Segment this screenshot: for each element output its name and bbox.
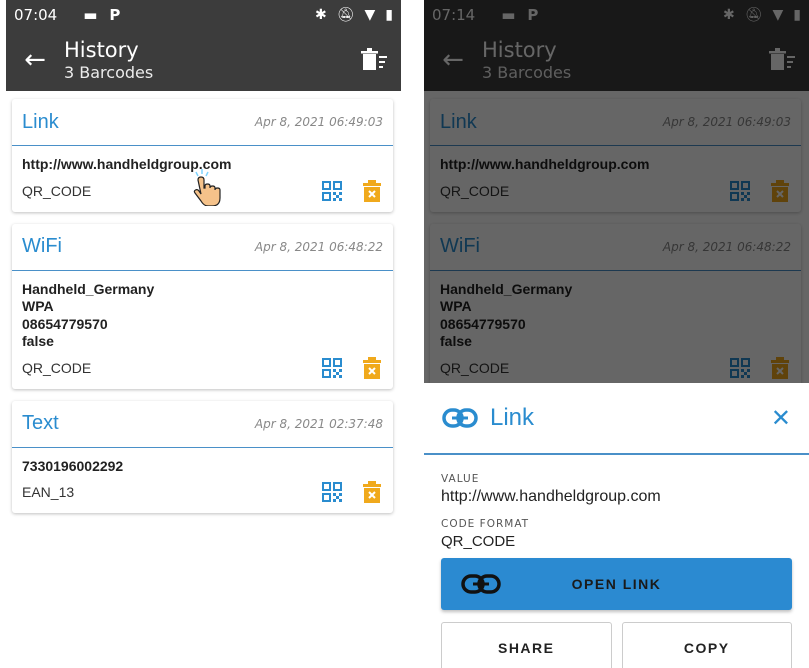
card-value-line: 08654779570 <box>22 315 108 332</box>
history-card-text[interactable]: Text Apr 8, 2021 02:37:48 7330196002292 … <box>12 400 393 513</box>
qr-code-icon[interactable] <box>321 357 343 379</box>
status-time: 07:14 <box>432 6 476 24</box>
history-screen-right: 07:14 ▬ P ✱ 🔕︎ ▼ ▮ ← History 3 Barcodes <box>424 0 809 668</box>
page-title: History <box>64 37 139 62</box>
card-format: EAN_13 <box>22 484 75 500</box>
app-bar: ← History 3 Barcodes <box>424 30 809 91</box>
history-list: Link Apr 8, 2021 06:49:03 http://www.han… <box>6 91 401 513</box>
open-link-button[interactable]: OPEN LINK <box>441 558 792 610</box>
back-arrow-icon[interactable]: ← <box>424 30 482 91</box>
status-time: 07:04 <box>14 6 58 24</box>
card-value-line: Handheld_Germany <box>440 280 573 297</box>
delete-all-icon[interactable] <box>361 48 387 72</box>
card-type: WiFi <box>22 235 62 257</box>
parking-icon: P <box>109 6 121 24</box>
card-value-line: Handheld_Germany <box>22 280 155 297</box>
card-type: Link <box>440 110 477 133</box>
wifi-icon: ▼ <box>364 7 376 23</box>
qr-code-icon[interactable] <box>321 481 343 503</box>
dash-icon: ▬ <box>501 6 516 24</box>
history-card-wifi[interactable]: WiFi Apr 8, 2021 06:48:22 Handheld_Germa… <box>12 223 393 389</box>
card-value-line: false <box>22 333 54 349</box>
link-detail-sheet: Link ✕ VALUE http://www.handheldgroup.co… <box>424 383 809 668</box>
delete-icon[interactable] <box>361 481 383 503</box>
link-icon <box>442 408 478 428</box>
delete-icon[interactable] <box>769 356 791 379</box>
card-type: WiFi <box>440 235 480 257</box>
close-icon[interactable]: ✕ <box>771 404 791 432</box>
qr-code-icon[interactable] <box>729 180 751 202</box>
card-value-line: 7330196002292 <box>22 457 124 474</box>
card-format: QR_CODE <box>22 359 92 376</box>
card-date: Apr 8, 2021 02:37:48 <box>254 416 383 431</box>
card-date: Apr 8, 2021 06:48:22 <box>254 239 383 254</box>
mute-icon: 🔕︎ <box>744 7 763 23</box>
page-subtitle: 3 Barcodes <box>482 62 572 82</box>
card-date: Apr 8, 2021 06:49:03 <box>254 115 383 129</box>
history-card-link[interactable]: Link Apr 8, 2021 06:49:03 http://www.han… <box>430 99 801 212</box>
card-value-line: 08654779570 <box>440 315 526 332</box>
card-format: QR_CODE <box>22 182 92 199</box>
parking-icon: P <box>527 6 539 24</box>
card-date: Apr 8, 2021 06:48:22 <box>662 239 791 254</box>
card-value-line: WPA <box>22 298 54 314</box>
card-date: Apr 8, 2021 06:49:03 <box>662 115 791 129</box>
app-bar: ← History 3 Barcodes <box>6 30 401 91</box>
back-arrow-icon[interactable]: ← <box>6 30 64 91</box>
tap-hand-icon <box>193 169 221 206</box>
history-list: Link Apr 8, 2021 06:49:03 http://www.han… <box>424 91 809 389</box>
delete-icon[interactable] <box>361 356 383 379</box>
history-card-link[interactable]: Link Apr 8, 2021 06:49:03 http://www.han… <box>12 99 393 212</box>
top-bar: 07:14 ▬ P ✱ 🔕︎ ▼ ▮ ← History 3 Barcodes <box>424 0 809 91</box>
battery-icon: ▮ <box>385 7 393 23</box>
link-icon <box>461 574 501 594</box>
card-value-line: http://www.handheldgroup.com <box>440 156 650 172</box>
dash-icon: ▬ <box>83 6 98 24</box>
value-text: http://www.handheldgroup.com <box>441 488 661 505</box>
delete-icon[interactable] <box>769 179 791 202</box>
mute-icon: 🔕︎ <box>336 7 355 23</box>
page-title: History <box>482 37 557 62</box>
bluetooth-icon: ✱ <box>722 7 735 23</box>
code-format-text: QR_CODE <box>441 533 516 550</box>
value-label: VALUE <box>441 473 480 485</box>
history-screen-left: 07:04 ▬ P ✱ 🔕︎ ▼ ▮ ← History 3 Barcodes <box>6 0 401 668</box>
copy-button[interactable]: COPY <box>621 622 792 668</box>
card-value-line: false <box>440 333 472 349</box>
delete-icon[interactable] <box>361 179 383 202</box>
card-type: Text <box>22 412 59 434</box>
bluetooth-icon: ✱ <box>314 7 327 23</box>
share-button[interactable]: SHARE <box>441 622 612 668</box>
code-format-label: CODE FORMAT <box>441 518 530 530</box>
card-format: QR_CODE <box>440 359 510 376</box>
qr-code-icon[interactable] <box>321 180 343 202</box>
page-subtitle: 3 Barcodes <box>64 62 154 82</box>
top-bar: 07:04 ▬ P ✱ 🔕︎ ▼ ▮ ← History 3 Barcodes <box>6 0 401 91</box>
battery-icon: ▮ <box>793 7 801 23</box>
sheet-title: Link <box>490 404 535 431</box>
status-bar: 07:14 ▬ P ✱ 🔕︎ ▼ ▮ <box>424 0 809 30</box>
delete-all-icon[interactable] <box>769 48 795 72</box>
card-type: Link <box>22 110 59 133</box>
history-card-wifi[interactable]: WiFi Apr 8, 2021 06:48:22 Handheld_Germa… <box>430 223 801 389</box>
card-format: QR_CODE <box>440 182 510 199</box>
qr-code-icon[interactable] <box>729 357 751 379</box>
card-value-line: WPA <box>440 298 472 314</box>
wifi-icon: ▼ <box>772 7 784 23</box>
status-bar: 07:04 ▬ P ✱ 🔕︎ ▼ ▮ <box>6 0 401 30</box>
